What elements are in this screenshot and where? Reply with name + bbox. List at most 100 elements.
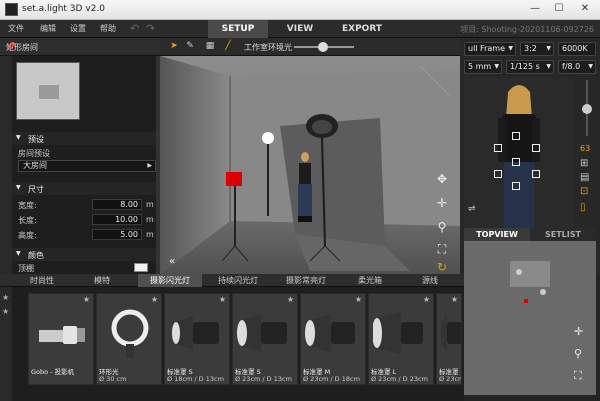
crop-icon[interactable]: ⊡ bbox=[580, 186, 588, 197]
library-item[interactable]: ★ Gobo - 投影机 bbox=[28, 293, 94, 385]
focus-point[interactable] bbox=[494, 144, 502, 152]
focus-point[interactable] bbox=[512, 132, 520, 140]
grid-overlay-icon[interactable]: ⊞ bbox=[580, 158, 588, 169]
chevron-down-icon: ▼ bbox=[546, 45, 551, 52]
star-icon[interactable]: ★ bbox=[219, 295, 226, 304]
focus-point[interactable] bbox=[512, 182, 520, 190]
library-item[interactable]: ★ 标准罩 L Ø 23cm / D 23cm bbox=[368, 293, 434, 385]
topview-light[interactable] bbox=[540, 289, 546, 295]
topview-flash[interactable] bbox=[524, 299, 528, 303]
tab-setup[interactable]: SETUP bbox=[208, 20, 268, 38]
collapse-icon[interactable]: ▼ bbox=[16, 184, 21, 191]
project-name: 项目: Shooting-20201106-092726 bbox=[460, 25, 594, 34]
aspect-ratio-select[interactable]: 3:2 ▼ bbox=[520, 42, 554, 56]
histogram-icon[interactable]: ▤ bbox=[580, 172, 589, 183]
studio-3d-viewport[interactable]: ✥ ✛ ⚲ ⛶ ↻ « bbox=[160, 56, 460, 274]
standard-reflector-icon bbox=[373, 312, 423, 354]
tab-export[interactable]: EXPORT bbox=[332, 20, 392, 38]
pen-tool-icon[interactable]: ✎ bbox=[184, 41, 196, 53]
white-balance-select[interactable]: 6000K bbox=[558, 42, 596, 56]
library-item[interactable]: ★ 标准罩 Ø 23cm bbox=[436, 293, 462, 385]
focus-point[interactable] bbox=[532, 144, 540, 152]
width-field[interactable]: 8.00 bbox=[92, 199, 142, 210]
tab-continuous-light[interactable]: 摄影常亮灯 bbox=[274, 274, 338, 287]
star-icon[interactable]: ★ bbox=[355, 295, 362, 304]
size-section[interactable]: ▼ 尺寸 bbox=[12, 182, 160, 195]
menu-help[interactable]: 帮助 bbox=[100, 23, 116, 34]
star-icon[interactable]: ★ bbox=[423, 295, 430, 304]
ceiling-color-swatch[interactable] bbox=[134, 263, 148, 272]
minimize-button[interactable]: — bbox=[524, 1, 546, 17]
preset-section-label: 预设 bbox=[28, 135, 44, 144]
star-icon[interactable]: ★ bbox=[451, 295, 458, 304]
camera-height-handle[interactable] bbox=[582, 104, 592, 114]
tab-continuous-flash[interactable]: 持续闪光灯 bbox=[206, 274, 270, 287]
close-button[interactable]: ✕ bbox=[574, 1, 596, 17]
ambient-slider-handle[interactable] bbox=[318, 42, 328, 52]
length-field[interactable]: 10.00 bbox=[92, 214, 142, 225]
tab-view[interactable]: VIEW bbox=[272, 20, 328, 38]
height-label: 高度: bbox=[18, 231, 37, 240]
sensor-format-select[interactable]: ull Frame ▼ bbox=[464, 42, 516, 56]
topview-light[interactable] bbox=[516, 269, 522, 275]
portrait-orientation-icon[interactable]: ▯ bbox=[580, 202, 586, 213]
menu-edit[interactable]: 编辑 bbox=[40, 23, 56, 34]
shutter-select[interactable]: 1/125 s ▼ bbox=[506, 60, 554, 74]
tab-fashion[interactable]: 时尚性 bbox=[14, 274, 70, 287]
star-icon[interactable]: ★ bbox=[151, 295, 158, 304]
favorite-filter-icon[interactable]: ★ bbox=[2, 293, 9, 302]
redo-icon[interactable]: ↷ bbox=[146, 22, 155, 35]
color-section[interactable]: ▼ 颜色 bbox=[12, 248, 160, 261]
standard-reflector-icon bbox=[441, 316, 461, 350]
width-unit: m bbox=[146, 200, 154, 209]
grid-icon[interactable]: ▦ bbox=[204, 41, 216, 53]
focus-point[interactable] bbox=[494, 170, 502, 178]
properties-header: 矩形房间 📌 bbox=[0, 38, 160, 56]
tab-topview[interactable]: TOPVIEW bbox=[464, 228, 530, 241]
menu-settings[interactable]: 设置 bbox=[70, 23, 86, 34]
tab-studio-flash[interactable]: 摄影闪光灯 bbox=[138, 274, 202, 287]
room-thumbnail bbox=[16, 62, 80, 120]
aperture-value: f/8.0 bbox=[562, 62, 581, 71]
star-icon[interactable]: ★ bbox=[83, 295, 90, 304]
library-item[interactable]: ★ 标准罩 M Ø 23cm / D 18cm bbox=[300, 293, 366, 385]
select-arrow-icon[interactable]: ➤ bbox=[168, 41, 180, 53]
ceiling-label: 顶棚 bbox=[18, 264, 34, 273]
collapse-icon[interactable]: ▼ bbox=[16, 250, 21, 257]
focal-length-select[interactable]: 5 mm ▼ bbox=[464, 60, 502, 74]
tab-setlist[interactable]: SETLIST bbox=[530, 228, 596, 241]
tab-light-source[interactable]: 源线 bbox=[402, 274, 458, 287]
tab-softbox[interactable]: 柔光箱 bbox=[342, 274, 398, 287]
aperture-select[interactable]: f/8.0 ▼ bbox=[558, 60, 596, 74]
pin-icon[interactable]: 📌 bbox=[6, 42, 154, 51]
topview-map[interactable]: ✛ ⚲ ⛶ bbox=[464, 241, 596, 395]
maximize-button[interactable]: ☐ bbox=[548, 1, 570, 17]
room-preset-select[interactable]: 大房间 ▶ bbox=[18, 160, 156, 172]
library-item[interactable]: ★ 标准罩 S Ø 23cm / D 13cm bbox=[232, 293, 298, 385]
lens-flip-icon[interactable]: ⇌ bbox=[468, 204, 476, 214]
line-tool-icon[interactable]: ╱ bbox=[222, 41, 234, 53]
tab-models[interactable]: 模特 bbox=[74, 274, 130, 287]
fit-view-icon[interactable]: ⛶ bbox=[434, 242, 450, 258]
zoom-icon[interactable]: ⚲ bbox=[574, 347, 582, 360]
pan-icon[interactable]: ✛ bbox=[434, 196, 450, 212]
undo-icon[interactable]: ↶ bbox=[130, 22, 139, 35]
orbit-icon[interactable]: ✥ bbox=[434, 172, 450, 188]
library-item[interactable]: ★ 环形光 Ø 30 cm bbox=[96, 293, 162, 385]
favorite-filter-icon[interactable]: ★ bbox=[2, 307, 9, 316]
library-item[interactable]: ★ 标准罩 S Ø 18cm / D 13cm bbox=[164, 293, 230, 385]
collapse-panel-icon[interactable]: « bbox=[164, 256, 180, 272]
camera-preview[interactable]: ⇌ bbox=[464, 78, 574, 228]
chevron-down-icon: ▼ bbox=[588, 63, 593, 70]
zoom-icon[interactable]: ⚲ bbox=[434, 220, 450, 236]
menu-file[interactable]: 文件 bbox=[8, 23, 24, 34]
pan-icon[interactable]: ✛ bbox=[574, 325, 583, 338]
fit-view-icon[interactable]: ⛶ bbox=[574, 369, 582, 383]
focus-point[interactable] bbox=[532, 170, 540, 178]
preset-section[interactable]: ▼ 预设 bbox=[12, 132, 160, 145]
focus-point[interactable] bbox=[512, 158, 520, 166]
reset-view-icon[interactable]: ↻ bbox=[434, 260, 450, 274]
collapse-icon[interactable]: ▼ bbox=[16, 134, 21, 141]
star-icon[interactable]: ★ bbox=[287, 295, 294, 304]
height-field[interactable]: 5.00 bbox=[92, 229, 142, 240]
